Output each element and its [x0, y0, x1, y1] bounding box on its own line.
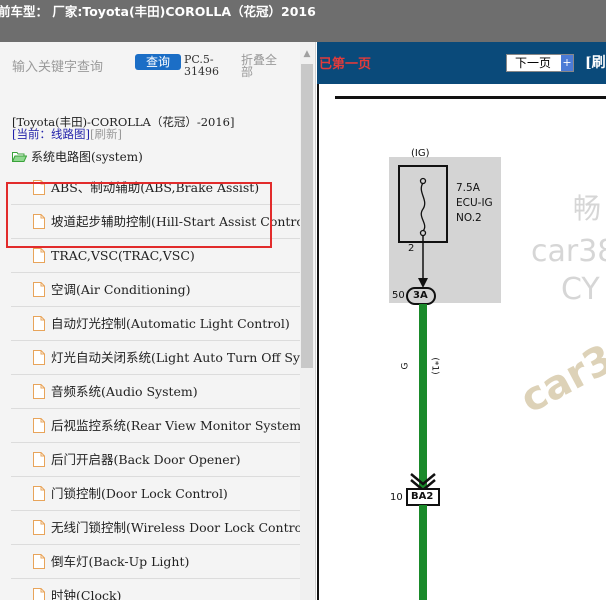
diagram-viewer-pane: 已第一页 下一页 + [刷 畅 car38 CY car3 (IG): [317, 42, 606, 600]
wire-note-label: (*1): [429, 357, 440, 375]
document-icon: [33, 554, 45, 569]
tree-item-label: TRAC,VSC(TRAC,VSC): [51, 248, 195, 263]
tree-item[interactable]: 自动灯光控制(Automatic Light Control): [11, 308, 300, 341]
tree-item[interactable]: 后视监控系统(Rear View Monitor System): [11, 410, 300, 443]
connector1-label: 3A: [413, 290, 428, 301]
pc-label: PC.5-31496: [184, 53, 219, 78]
fuse-rating: 7.5A: [456, 182, 480, 194]
tree-item[interactable]: 倒车灯(Back-Up Light): [11, 546, 300, 579]
document-icon: [33, 282, 45, 297]
tree-item-label: 自动灯光控制(Automatic Light Control): [51, 316, 290, 331]
breadcrumb-current: [当前：线路图][刷新]: [12, 126, 122, 142]
tree-item-label: 后门开启器(Back Door Opener): [51, 452, 241, 467]
document-icon: [33, 588, 45, 600]
tree-item[interactable]: 空调(Air Conditioning): [11, 274, 300, 307]
document-icon: [33, 384, 45, 399]
tree-item[interactable]: 后门开启器(Back Door Opener): [11, 444, 300, 477]
scrollbar-thumb[interactable]: [301, 64, 313, 368]
connector2-label: BA2: [411, 491, 434, 502]
tree-root-system[interactable]: 系统电路图(system): [12, 148, 143, 166]
selection-highlight-box: [6, 182, 272, 248]
tree-item-label: 时钟(Clock): [51, 588, 122, 600]
document-icon: [33, 486, 45, 501]
tree-item-label: 无线门锁控制(Wireless Door Lock Control): [51, 520, 300, 535]
document-icon: [33, 350, 45, 365]
connector1-pin: 50: [392, 290, 405, 301]
tree-item[interactable]: 音频系统(Audio System): [11, 376, 300, 409]
search-row: 输入关键字查询 查询 PC.5-31496 折叠全部: [0, 42, 300, 92]
refresh-link[interactable]: [刷新]: [90, 127, 122, 141]
search-button[interactable]: 查询: [135, 54, 181, 70]
tree-item[interactable]: 时钟(Clock): [11, 580, 300, 600]
document-icon: [33, 418, 45, 433]
fuse-panel-background: [389, 157, 501, 303]
tree-item-label: 灯光自动关闭系统(Light Auto Turn Off System): [51, 350, 300, 365]
document-icon: [33, 520, 45, 535]
tree-item[interactable]: 灯光自动关闭系统(Light Auto Turn Off System): [11, 342, 300, 375]
tree-item-label: 空调(Air Conditioning): [51, 282, 191, 297]
tree-item-label: 门锁控制(Door Lock Control): [51, 486, 228, 501]
document-icon: [33, 316, 45, 331]
pin-top-number: 2: [408, 243, 415, 254]
tree-item-label: 音频系统(Audio System): [51, 384, 198, 399]
document-icon: [33, 452, 45, 467]
fuse-name: ECU-IG: [456, 197, 493, 209]
breadcrumb-current-label[interactable]: [当前：线路图]: [12, 127, 90, 141]
search-input[interactable]: 输入关键字查询: [12, 56, 103, 75]
tree-item-label: 后视监控系统(Rear View Monitor System): [51, 418, 300, 433]
fuse-number: NO.2: [456, 212, 482, 224]
scroll-up-arrow-icon[interactable]: ▲: [300, 47, 314, 61]
wiring-diagram: [389, 157, 501, 600]
collapse-all-button[interactable]: 折叠全部: [241, 54, 281, 78]
left-navigation-pane: 输入关键字查询 查询 PC.5-31496 折叠全部 [Toyota(丰田)-C…: [0, 42, 316, 600]
tree-root-label: 系统电路图(system): [31, 150, 143, 164]
source-label: (IG): [411, 148, 430, 159]
window-title: 前车型： 厂家:Toyota(丰田)COROLLA（花冠）2016: [0, 4, 316, 19]
connector2-pin: 10: [390, 492, 403, 503]
tree-item[interactable]: 门锁控制(Door Lock Control): [11, 478, 300, 511]
document-icon: [33, 248, 45, 263]
tree-item[interactable]: 无线门锁控制(Wireless Door Lock Control): [11, 512, 300, 545]
window-title-bar: 前车型： 厂家:Toyota(丰田)COROLLA（花冠）2016: [0, 0, 606, 42]
tree-item-label: 倒车灯(Back-Up Light): [51, 554, 190, 569]
wire-color-label: G: [400, 362, 411, 370]
folder-open-icon: [12, 152, 27, 162]
